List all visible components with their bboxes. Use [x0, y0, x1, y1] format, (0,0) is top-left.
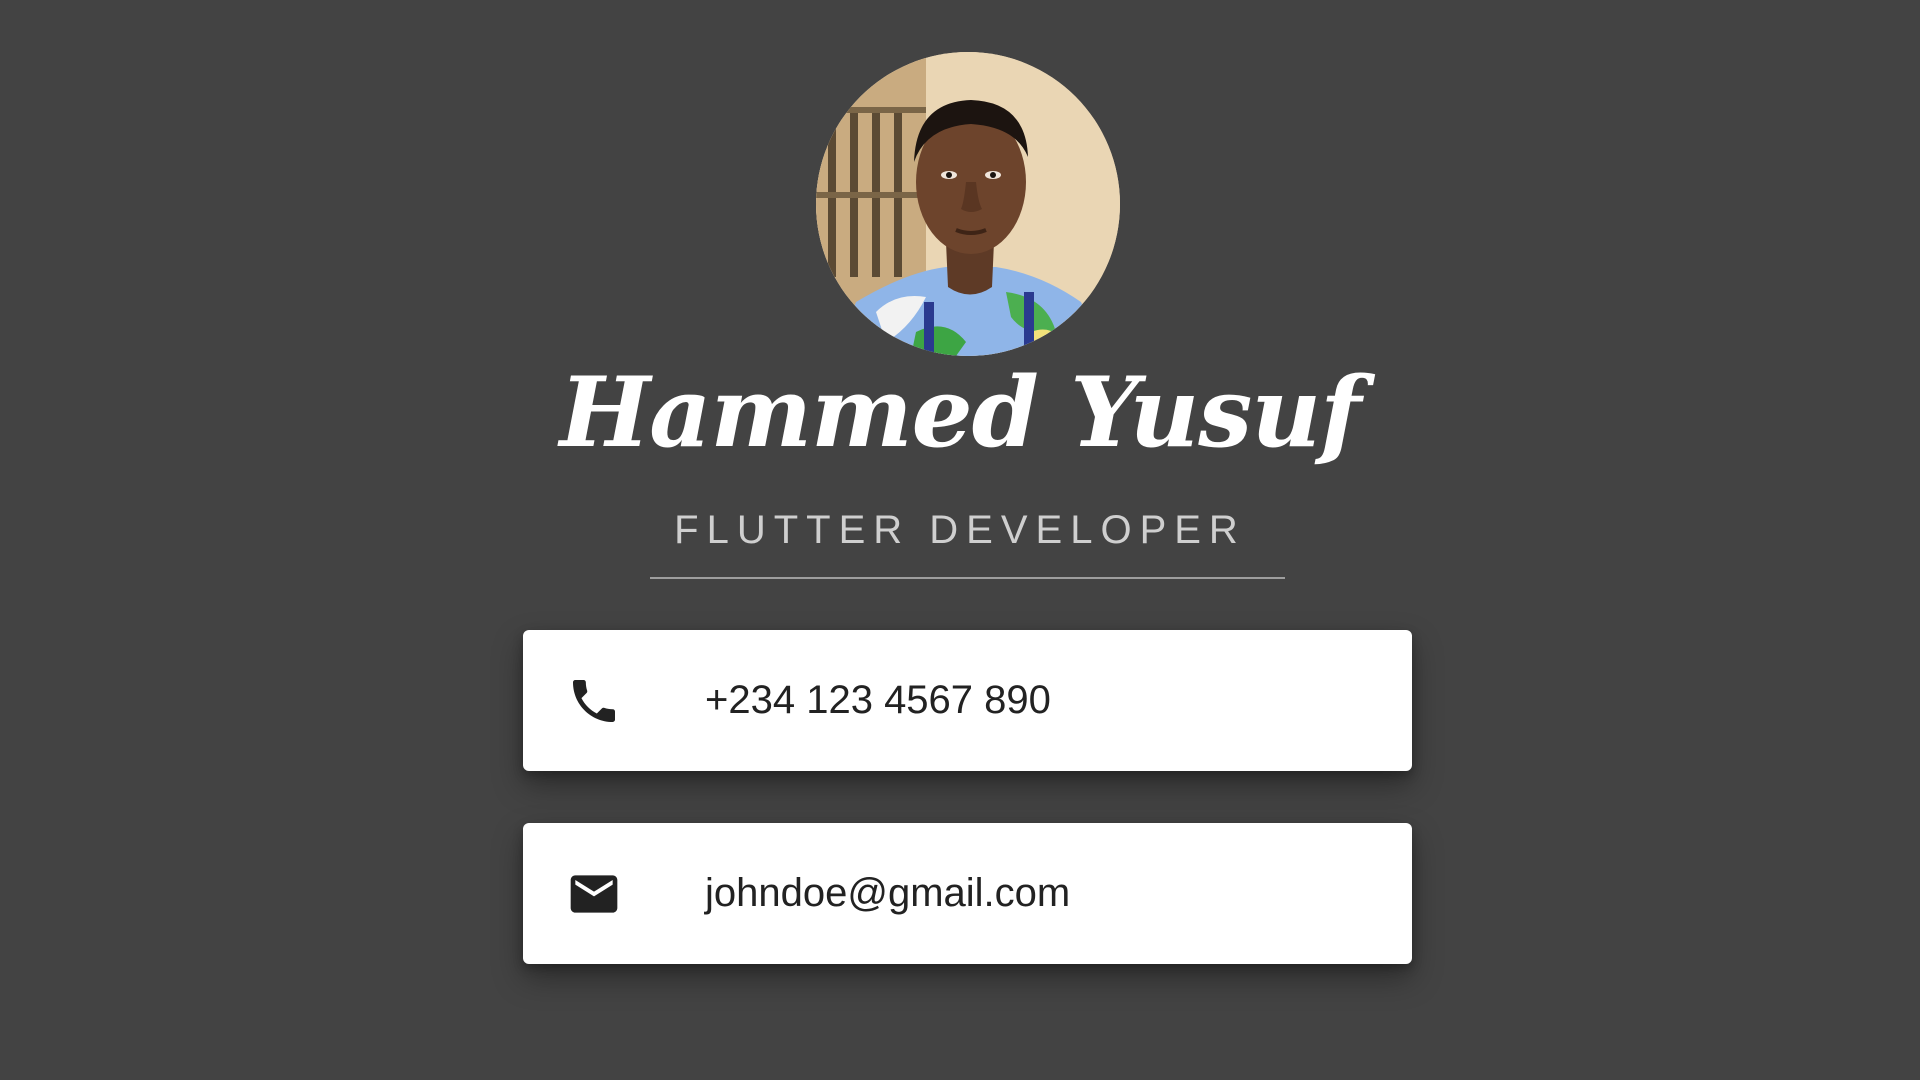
divider: [650, 577, 1285, 579]
avatar-photo: [816, 52, 1120, 356]
mail-icon: [566, 866, 622, 922]
phone-icon: [566, 673, 622, 729]
phone-number: +234 123 4567 890: [705, 678, 1051, 722]
email-card[interactable]: johndoe@gmail.com: [523, 823, 1412, 964]
avatar: [816, 52, 1120, 356]
phone-card[interactable]: +234 123 4567 890: [523, 630, 1412, 771]
profile-name: Hammed Yusuf: [559, 356, 1362, 469]
business-card-screen: Hammed Yusuf FLUTTER DEVELOPER +234 123 …: [0, 0, 1920, 1080]
profile-title: FLUTTER DEVELOPER: [674, 508, 1246, 552]
email-address: johndoe@gmail.com: [705, 871, 1071, 915]
